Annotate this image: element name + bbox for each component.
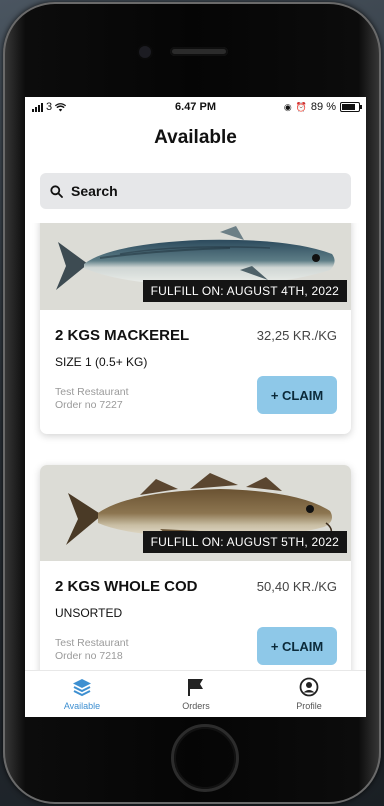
user-circle-icon (299, 677, 319, 697)
search-icon (50, 184, 63, 198)
restaurant-name: Test Restaurant (55, 386, 129, 398)
claim-button[interactable]: + CLAIM (257, 376, 337, 414)
listing-price: 50,40 KR./KG (256, 579, 337, 594)
home-button[interactable] (171, 724, 239, 792)
tab-label: Orders (182, 701, 210, 711)
tab-label: Available (63, 701, 101, 711)
tab-bar: Available Orders Profile (25, 670, 366, 717)
listing-title: 2 KGS MACKEREL (55, 327, 190, 344)
layers-icon (73, 679, 91, 697)
battery-percent: 89 % (310, 101, 336, 113)
listing-card[interactable]: FULFILL ON: AUGUST 4TH, 2022 2 KGS MACKE… (40, 223, 351, 434)
listing-card[interactable]: FULFILL ON: AUGUST 5TH, 2022 2 KGS WHOLE… (40, 465, 351, 670)
status-bar: 3 6.47 PM ◉ ⏰ 89 % (25, 97, 366, 119)
tab-label: Profile (296, 701, 322, 711)
listing-meta: Test Restaurant Order no 7227 (55, 386, 129, 412)
tab-available[interactable]: Available (25, 671, 139, 717)
order-number: Order no 7218 (55, 650, 123, 662)
search-input[interactable]: Search (40, 173, 351, 209)
alarm-icon: ⏰ (295, 101, 307, 112)
app-screen: 3 6.47 PM ◉ ⏰ 89 % Available Search FULF… (25, 97, 366, 717)
search-label: Search (71, 183, 118, 199)
order-number: Order no 7227 (55, 399, 123, 411)
listing-price: 32,25 KR./KG (256, 328, 337, 343)
claim-button[interactable]: + CLAIM (257, 627, 337, 665)
status-right: ◉ ⏰ 89 % (283, 101, 362, 113)
battery-icon (340, 102, 362, 112)
listing-title: 2 KGS WHOLE COD (55, 578, 198, 595)
tab-profile[interactable]: Profile (252, 671, 366, 717)
location-icon: ◉ (283, 101, 292, 112)
fulfill-date-banner: FULFILL ON: AUGUST 4TH, 2022 (142, 280, 347, 302)
listing-feed[interactable]: FULFILL ON: AUGUST 4TH, 2022 2 KGS MACKE… (25, 223, 366, 670)
fulfill-date-banner: FULFILL ON: AUGUST 5TH, 2022 (142, 531, 347, 553)
listing-meta: Test Restaurant Order no 7218 (55, 637, 129, 663)
front-camera (139, 46, 151, 58)
earpiece-speaker (170, 47, 228, 56)
listing-subtitle: UNSORTED (55, 606, 123, 620)
restaurant-name: Test Restaurant (55, 637, 129, 649)
page-title: Available (154, 127, 237, 148)
tab-orders[interactable]: Orders (139, 671, 253, 717)
listing-subtitle: SIZE 1 (0.5+ KG) (55, 355, 148, 369)
flag-icon (188, 679, 203, 696)
